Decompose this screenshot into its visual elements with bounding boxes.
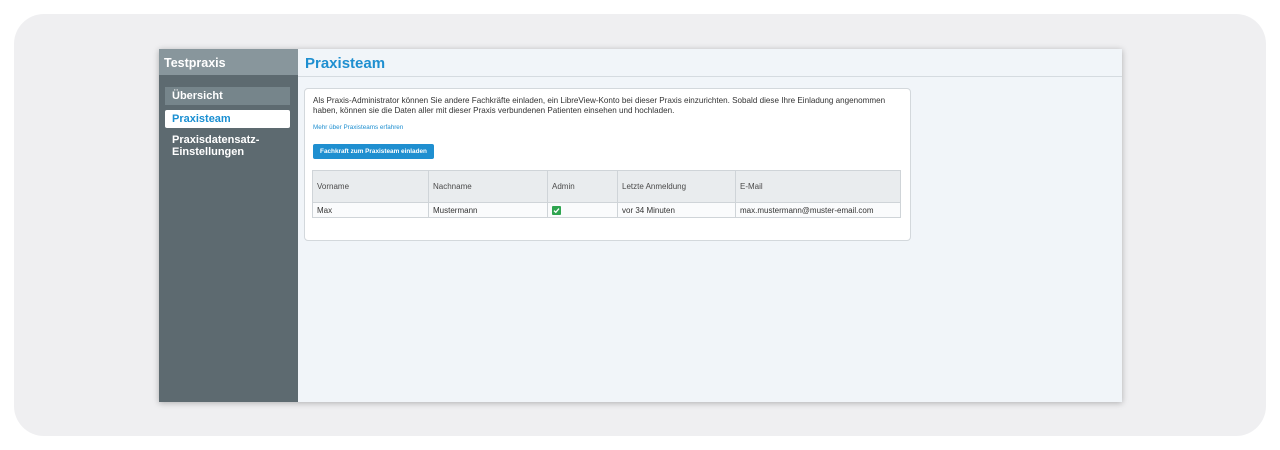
learn-more-link[interactable]: Mehr über Praxisteams erfahren bbox=[313, 124, 403, 131]
admin-check-icon bbox=[552, 205, 561, 215]
team-table: Vorname Nachname Admin Letzte Anmeldung … bbox=[312, 170, 901, 218]
column-header-admin[interactable]: Admin bbox=[547, 170, 618, 203]
column-header-email[interactable]: E-Mail bbox=[735, 170, 901, 203]
table-row[interactable]: Max Mustermann vor 34 Minuten max.muster… bbox=[312, 202, 901, 218]
sidebar-nav: Übersicht Praxisteam Praxisdatensatz-Ein… bbox=[159, 75, 298, 161]
cell-first-name: Max bbox=[312, 202, 429, 218]
sidebar: Testpraxis Übersicht Praxisteam Praxisda… bbox=[159, 49, 298, 402]
cell-last-login: vor 34 Minuten bbox=[617, 202, 736, 218]
cell-email: max.mustermann@muster-email.com bbox=[735, 202, 901, 218]
table-header-row: Vorname Nachname Admin Letzte Anmeldung … bbox=[312, 170, 901, 203]
column-header-nachname[interactable]: Nachname bbox=[428, 170, 548, 203]
page-title: Praxisteam bbox=[298, 49, 1122, 77]
intro-text: Als Praxis-Administrator können Sie ande… bbox=[313, 96, 886, 115]
main-content: Praxisteam Als Praxis-Administrator könn… bbox=[298, 49, 1122, 402]
column-header-letzte-anmeldung[interactable]: Letzte Anmeldung bbox=[617, 170, 736, 203]
sidebar-item-praxisdatensatz[interactable]: Praxisdatensatz-Einstellungen bbox=[165, 133, 290, 161]
app-window: Testpraxis Übersicht Praxisteam Praxisda… bbox=[159, 49, 1122, 402]
cell-admin bbox=[547, 202, 618, 218]
team-card: Als Praxis-Administrator können Sie ande… bbox=[304, 88, 911, 241]
cell-last-name: Mustermann bbox=[428, 202, 548, 218]
sidebar-title: Testpraxis bbox=[159, 49, 298, 75]
invite-button[interactable]: Fachkraft zum Praxisteam einladen bbox=[313, 144, 434, 159]
column-header-vorname[interactable]: Vorname bbox=[312, 170, 429, 203]
sidebar-item-praxisteam[interactable]: Praxisteam bbox=[165, 110, 290, 128]
sidebar-item-uebersicht[interactable]: Übersicht bbox=[165, 87, 290, 105]
